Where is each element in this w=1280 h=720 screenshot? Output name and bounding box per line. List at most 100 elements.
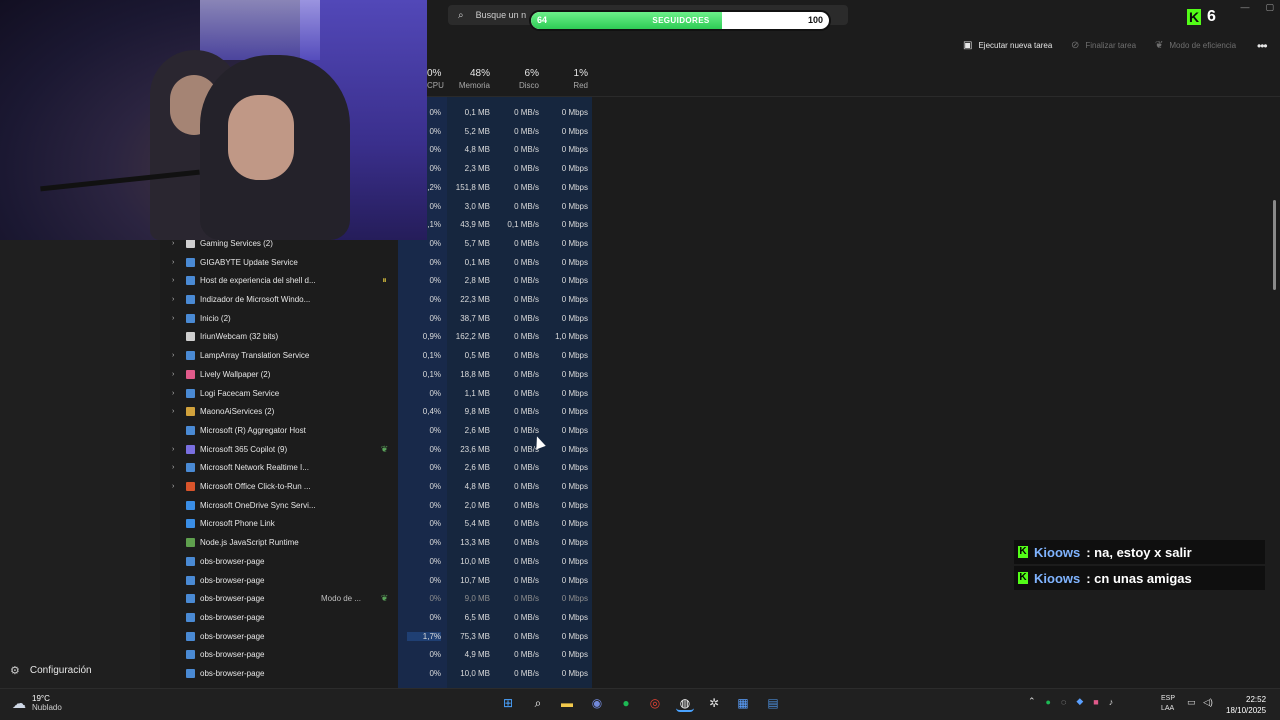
column-header-disk[interactable]: 6% Disco (495, 68, 539, 90)
efficiency-mode-button[interactable]: ❦ Modo de eficiencia (1155, 40, 1236, 51)
process-row[interactable]: › LampArray Translation Service 0,1% 0,5 MB… (160, 347, 592, 365)
chevron-right-icon[interactable]: › (172, 464, 174, 471)
file-explorer-icon[interactable]: ▬ (558, 694, 576, 712)
process-row[interactable]: obs-browser-page 0% 10,0 MB 0 MB/s 0 Mbps (160, 553, 592, 571)
microphone-icon[interactable]: ♪ (1109, 697, 1114, 707)
chevron-right-icon[interactable]: › (172, 277, 174, 284)
chevron-right-icon[interactable]: › (172, 352, 174, 359)
process-name: obs-browser-page (200, 631, 265, 641)
process-row[interactable]: › Indizador de Microsoft Windo... 0% 22,3 M… (160, 291, 592, 309)
process-name: MaonoAiServices (2) (200, 407, 275, 417)
process-row[interactable]: › Lively Wallpaper (2) 0,1% 18,8 MB 0 MB/s 0 … (160, 366, 592, 384)
minimize-icon[interactable]: — (1240, 2, 1249, 13)
spotify-tray-icon[interactable]: ● (1046, 697, 1051, 707)
memory-value: 6,5 MB (464, 612, 490, 622)
cpu-value: 1,7% (407, 631, 441, 641)
process-row[interactable]: › Host de experiencia del shell d... ⏸ 0% 2,… (160, 272, 592, 290)
process-icon (186, 351, 195, 361)
network-value: 0 Mbps (561, 108, 588, 117)
column-header-memory[interactable]: 48% Memoria (440, 68, 490, 90)
network-value: 0 Mbps (561, 519, 588, 529)
chat-message: K Kioows : na, estoy x salir (1014, 540, 1265, 564)
process-row[interactable]: Microsoft OneDrive Sync Servi... 0% 2,0 MB… (160, 497, 592, 515)
process-name: Microsoft OneDrive Sync Servi... (200, 500, 315, 510)
discord-icon[interactable]: ◉ (588, 694, 606, 712)
process-icon (186, 388, 195, 398)
process-row[interactable]: › Inicio (2) 0% 38,7 MB 0 MB/s 0 Mbps (160, 310, 592, 328)
chevron-right-icon[interactable]: › (172, 408, 174, 415)
process-row[interactable]: IriunWebcam (32 bits) 0,9% 162,2 MB 0 MB/s 1… (160, 328, 592, 346)
vertical-scrollbar[interactable] (1273, 200, 1276, 290)
chevron-right-icon[interactable]: › (172, 390, 174, 397)
memory-value: 10,7 MB (460, 575, 490, 585)
tray-app-icon[interactable]: ◌ (1061, 697, 1066, 707)
more-options-icon[interactable]: ••• (1257, 39, 1268, 53)
network-value: 0 Mbps (561, 407, 588, 417)
clock[interactable]: 22:52 18/10/2025 (1226, 694, 1266, 716)
cpu-value: 0% (429, 425, 441, 435)
gear-icon: ⚙ (10, 665, 20, 677)
spotify-icon[interactable]: ● (617, 694, 635, 712)
process-row[interactable]: obs-browser-page 0% 6,5 MB 0 MB/s 0 Mbps (160, 609, 592, 627)
settings-nav-item[interactable]: ⚙ Configuración (10, 664, 92, 677)
process-row[interactable]: obs-browser-page 0% 10,0 MB 0 MB/s 0 Mbps (160, 665, 592, 683)
network-icon[interactable]: ▭ (1187, 697, 1196, 708)
maximize-icon[interactable]: ▢ (1265, 2, 1274, 13)
chevron-right-icon[interactable]: › (172, 315, 174, 322)
search-icon[interactable]: ⌕ (529, 694, 547, 712)
run-new-task-button[interactable]: ▣ Ejecutar nueva tarea (963, 40, 1052, 51)
cpu-value: 0% (429, 612, 441, 622)
chevron-right-icon[interactable]: › (172, 259, 174, 266)
shield-icon[interactable]: ◆ (1076, 696, 1083, 707)
memory-value: 9,8 MB (464, 407, 490, 417)
process-row[interactable]: › Logi Facecam Service 0% 1,1 MB 0 MB/s 0 Mbp… (160, 385, 592, 403)
cpu-value: 0% (429, 444, 441, 454)
obs-icon[interactable]: ◍ (676, 694, 694, 712)
process-icon (186, 407, 195, 417)
process-icon (186, 276, 195, 286)
end-task-button[interactable]: ⊘ Finalizar tarea (1071, 40, 1136, 51)
network-value: 0 Mbps (561, 650, 588, 660)
process-row[interactable]: › MaonoAiServices (2) 0,4% 9,8 MB 0 MB/s 0 Mb… (160, 403, 592, 421)
chrome-icon[interactable]: ◎ (646, 694, 664, 712)
weather-widget[interactable]: ☁ 19°C Nublado (12, 694, 62, 712)
memory-value: 0,1 MB (464, 257, 490, 267)
network-value: 0 Mbps (561, 295, 588, 304)
process-row[interactable]: › GIGABYTE Update Service 0% 0,1 MB 0 MB/s 0 … (160, 254, 592, 272)
cpu-value: 0% (429, 650, 441, 660)
process-row[interactable]: › Microsoft Office Click-to-Run ... 0% 4,8 … (160, 478, 592, 496)
process-status: Modo de ... (321, 594, 362, 604)
chevron-right-icon[interactable]: › (172, 296, 174, 303)
weather-condition: Nublado (32, 703, 62, 712)
disk-value: 0 MB/s (514, 126, 539, 136)
disk-value: 0 MB/s (514, 145, 539, 155)
process-row[interactable]: › Microsoft 365 Copilot (9) ❦ 0% 23,6 MB 0 MB… (160, 441, 592, 459)
chevron-up-icon[interactable]: ⌃ (1028, 696, 1036, 707)
process-row[interactable]: Node.js JavaScript Runtime 0% 13,3 MB 0 MB/… (160, 534, 592, 552)
memory-value: 5,2 MB (464, 126, 490, 136)
language-indicator[interactable]: ESP LAA (1161, 694, 1175, 714)
chevron-right-icon[interactable]: › (172, 446, 174, 453)
task-manager-icon[interactable]: ▤ (764, 694, 782, 712)
calculator-icon[interactable]: ▦ (734, 694, 752, 712)
process-row[interactable]: Microsoft (R) Aggregator Host 0% 2,6 MB 0 M… (160, 422, 592, 440)
process-row[interactable]: obs-browser-page 0% 4,9 MB 0 MB/s 0 Mbps (160, 646, 592, 664)
start-button-icon[interactable]: ⊞ (499, 694, 517, 712)
disk-value: 0,1 MB/s (507, 220, 539, 230)
run-new-task-label: Ejecutar nueva tarea (978, 41, 1053, 50)
network-value: 0 Mbps (561, 257, 588, 267)
process-row[interactable]: Microsoft Phone Link 0% 5,4 MB 0 MB/s 0 Mbps (160, 515, 592, 533)
volume-icon[interactable]: ◁) (1203, 697, 1213, 708)
process-row[interactable]: obs-browser-page 1,7% 75,3 MB 0 MB/s 0 Mbps (160, 628, 592, 646)
column-header-network[interactable]: 1% Red (545, 68, 588, 90)
process-name: Node.js JavaScript Runtime (200, 538, 299, 548)
network-percent: 1% (573, 68, 588, 79)
chevron-right-icon[interactable]: › (172, 483, 174, 490)
chevron-right-icon[interactable]: › (172, 240, 174, 247)
process-row[interactable]: › Microsoft Network Realtime I... 0% 2,6 MB… (160, 459, 592, 477)
tray-app-icon[interactable]: ■ (1093, 697, 1098, 707)
chevron-right-icon[interactable]: › (172, 371, 174, 378)
process-row[interactable]: obs-browser-page 0% 10,7 MB 0 MB/s 0 Mbps (160, 572, 592, 590)
app-icon[interactable]: ✲ (705, 694, 723, 712)
process-row[interactable]: obs-browser-page Modo de ... ❦ 0% 9,0 MB 0 MB… (160, 590, 592, 608)
